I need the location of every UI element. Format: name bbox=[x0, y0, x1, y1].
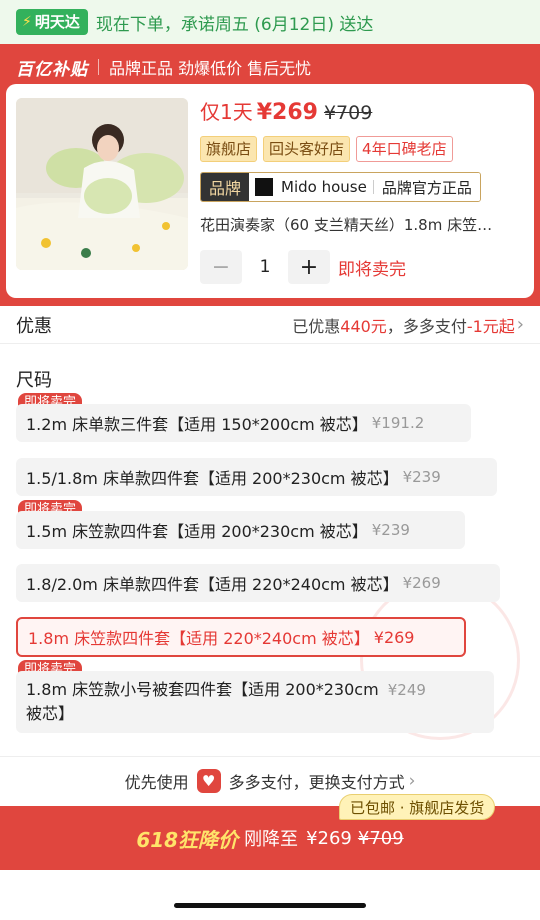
sold-out-warning: 即将卖完 bbox=[338, 259, 406, 280]
brand-row[interactable]: 品牌 Mido house 品牌官方正品 bbox=[200, 172, 481, 202]
delivery-promise: 现在下单，承诺周五 (6月12日) 送达 bbox=[95, 14, 374, 35]
discount-label: 优惠 bbox=[16, 315, 52, 337]
bottom-price: ¥269 bbox=[306, 827, 352, 849]
home-indicator[interactable] bbox=[174, 903, 366, 908]
price-tag: 仅1天 bbox=[200, 100, 253, 124]
store-tags: 旗舰店 回头客好店 4年口碑老店 bbox=[200, 136, 453, 162]
subsidy-logo: 百亿补贴 bbox=[16, 59, 88, 80]
divider bbox=[98, 59, 99, 75]
discount-value: 已优惠 440元 ，多多支付 -1元起 › bbox=[292, 313, 524, 337]
size-option-price: ¥249 bbox=[387, 681, 426, 699]
size-option-2[interactable]: 1.5/1.8m 床单款四件套【适用 200*230cm 被芯】 ¥239 bbox=[16, 458, 497, 496]
heart-icon: ♥ bbox=[196, 768, 221, 793]
next-day-label: 明天达 bbox=[34, 13, 80, 31]
shipping-badge: 已包邮 · 旗舰店发货 bbox=[339, 794, 496, 820]
product-image[interactable] bbox=[16, 98, 188, 270]
size-option-name: 1.5/1.8m 床单款四件套【适用 200*230cm 被芯】 bbox=[26, 469, 399, 488]
size-option-name: 1.8/2.0m 床单款四件套【适用 220*240cm 被芯】 bbox=[26, 575, 399, 594]
original-price: ¥709 bbox=[323, 102, 373, 124]
quantity-stepper: − 1 + 即将卖完 bbox=[200, 250, 406, 284]
increase-button[interactable]: + bbox=[288, 250, 330, 284]
size-option-4[interactable]: 1.8/2.0m 床单款四件套【适用 220*240cm 被芯】 ¥269 bbox=[16, 564, 500, 602]
discount-prefix: 已优惠 bbox=[292, 316, 341, 336]
bottom-original-price: ¥709 bbox=[357, 827, 404, 849]
size-option-name: 1.2m 床单款三件套【适用 150*200cm 被芯】 bbox=[26, 415, 368, 434]
next-day-badge: ⚡ 明天达 bbox=[16, 9, 88, 35]
product-title: 花田演奏家（60 支兰精天丝）1.8m 床笠… bbox=[200, 216, 493, 234]
size-option-price: ¥269 bbox=[402, 574, 441, 592]
size-label: 尺码 bbox=[16, 370, 52, 391]
brand-logo-icon bbox=[255, 178, 274, 196]
size-option-price: ¥239 bbox=[402, 468, 441, 486]
product-card: 仅1天 ¥269 ¥709 旗舰店 回头客好店 4年口碑老店 品牌 Mido h… bbox=[6, 84, 534, 298]
quantity-value[interactable]: 1 bbox=[242, 257, 288, 277]
price-row: 仅1天 ¥269 ¥709 bbox=[200, 96, 372, 125]
discount-middle: ，多多支付 bbox=[386, 316, 467, 336]
size-option-6[interactable]: 1.8m 床笠款小号被套四件套【适用 200*230cm ¥249 被芯】 bbox=[16, 671, 494, 733]
decrease-button[interactable]: − bbox=[200, 250, 242, 284]
brand-name: Mido house bbox=[281, 178, 367, 196]
lightning-icon: ⚡ bbox=[22, 14, 32, 30]
size-option-price: ¥269 bbox=[373, 627, 415, 647]
payment-method: 多多支付，更换支付方式 bbox=[228, 772, 405, 792]
drop-text: 刚降至 bbox=[244, 829, 299, 850]
promo-label: 618狂降价 bbox=[136, 827, 239, 852]
size-option-3[interactable]: 1.5m 床笠款四件套【适用 200*230cm 被芯】 ¥239 bbox=[16, 511, 465, 549]
chevron-right-icon: › bbox=[516, 314, 524, 335]
subsidy-slogan: 品牌正品 劲爆低价 售后无忧 bbox=[109, 59, 312, 78]
size-option-price: ¥239 bbox=[371, 521, 410, 539]
size-option-name: 1.5m 床笠款四件套【适用 200*230cm 被芯】 bbox=[26, 522, 368, 541]
tag-returning-customer: 回头客好店 bbox=[263, 136, 351, 162]
size-option-name-line2: 被芯】 bbox=[26, 704, 75, 723]
tag-flagship: 旗舰店 bbox=[200, 136, 258, 162]
size-option-name: 1.8m 床笠款小号被套四件套【适用 200*230cm bbox=[26, 680, 379, 699]
delivery-banner: ⚡ 明天达 现在下单，承诺周五 (6月12日) 送达 bbox=[0, 0, 540, 44]
size-option-1[interactable]: 1.2m 床单款三件套【适用 150*200cm 被芯】 ¥191.2 bbox=[16, 404, 471, 442]
size-option-name-line1: 1.8m 床笠款小号被套四件套【适用 200*230cm ¥249 bbox=[26, 678, 426, 702]
current-price: ¥269 bbox=[256, 100, 318, 125]
size-option-price: ¥191.2 bbox=[371, 414, 425, 432]
payment-prefix: 优先使用 bbox=[124, 772, 189, 792]
brand-info: Mido house bbox=[249, 173, 373, 201]
tag-store-age: 4年口碑老店 bbox=[356, 136, 453, 162]
chevron-right-icon: › bbox=[408, 770, 416, 791]
size-option-name: 1.8m 床笠款四件套【适用 220*240cm 被芯】 bbox=[28, 629, 370, 648]
brand-official: 品牌官方正品 bbox=[373, 173, 480, 201]
discount-row[interactable]: 优惠 已优惠 440元 ，多多支付 -1元起 › bbox=[0, 306, 540, 344]
discount-extra: -1元起 bbox=[466, 316, 515, 336]
product-card-wrapper: 仅1天 ¥269 ¥709 旗舰店 回头客好店 4年口碑老店 品牌 Mido h… bbox=[0, 80, 540, 306]
discount-amount: 440元 bbox=[340, 316, 387, 336]
size-option-5-selected[interactable]: 1.8m 床笠款四件套【适用 220*240cm 被芯】 ¥269 bbox=[16, 617, 466, 657]
brand-label: 品牌 bbox=[201, 173, 250, 201]
